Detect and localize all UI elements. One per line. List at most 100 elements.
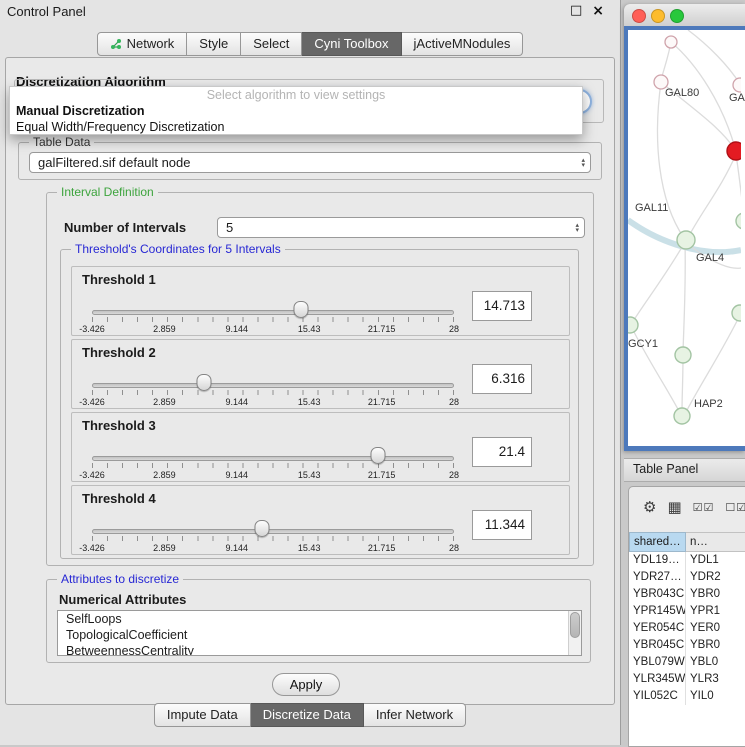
table-row[interactable]: YPR145WYPR1 [629,603,745,620]
apply-button[interactable]: Apply [272,673,340,696]
network-node[interactable] [674,408,690,424]
network-node[interactable] [732,305,741,321]
columns-icon[interactable]: ▦ [667,500,681,515]
table-panel-title: Table Panel [633,462,698,476]
list-item[interactable]: BetweennessCentrality [58,643,581,656]
tab-impute-data[interactable]: Impute Data [154,703,251,727]
threshold-4-block: Threshold 4 -3.426 2.859 9.144 15.43 21.… [71,485,570,555]
mac-minimize-icon[interactable] [651,9,665,23]
control-panel-window: Control Panel □ × Network Style Select C… [0,0,621,745]
network-node[interactable] [675,347,691,363]
close-icon[interactable]: × [592,3,604,19]
threshold-value-field[interactable]: 21.4 [472,437,532,467]
table-row[interactable]: YLR345WYLR3 [629,671,745,688]
thresholds-group: Threshold's Coordinates for 5 Intervals … [60,249,579,559]
interval-definition-title: Interval Definition [57,185,158,199]
algorithm-placeholder: Select algorithm to view settings [10,87,582,103]
threshold-slider[interactable]: -3.426 2.859 9.144 15.43 21.715 28 [92,519,454,555]
table-panel-toolbar: ⚙ ▦ ☑☑ ☐☑ [629,487,745,527]
tab-infer-network[interactable]: Infer Network [364,703,466,727]
tab-label: Infer Network [376,704,453,726]
scale-label: 21.715 [368,324,396,334]
scale-label: 28 [449,543,459,553]
threshold-value-field[interactable]: 6.316 [472,364,532,394]
table-row[interactable]: YBR045CYBR0 [629,637,745,654]
slider-thumb[interactable] [293,301,308,318]
mac-close-icon[interactable] [632,9,646,23]
scrollbar-thumb[interactable] [570,612,580,638]
network-view-frame: GAL80 GA GAL11 GAL4 GCY1 HAP2 [624,26,745,451]
threshold-slider[interactable]: -3.426 2.859 9.144 15.43 21.715 28 [92,300,454,336]
table-row[interactable]: YDR27…YDR2 [629,569,745,586]
list-item[interactable]: TopologicalCoefficient [58,627,581,643]
attributes-list: SelfLoops TopologicalCoefficient Between… [57,610,582,656]
tab-jactivemnodules[interactable]: jActiveMNodules [402,32,524,56]
slider-thumb[interactable] [255,520,270,537]
column-header-shared-name[interactable]: shared… [629,532,686,552]
network-node[interactable] [736,213,741,229]
slider-thumb[interactable] [370,447,385,464]
slider-track[interactable] [92,529,454,534]
list-item[interactable]: SelfLoops [58,611,581,627]
tab-select[interactable]: Select [241,32,302,56]
table-panel-header-bar: Table Panel [624,458,745,482]
node-label: GA [729,92,745,104]
mac-zoom-icon[interactable] [670,9,684,23]
network-node[interactable] [628,317,638,333]
threshold-label: Threshold 4 [82,491,156,506]
node-label: GAL11 [635,202,668,214]
node-label: HAP2 [694,398,723,410]
network-node[interactable] [733,78,741,92]
scale-label: 9.144 [226,470,249,480]
select-columns-icon[interactable]: ☐☑ [725,500,745,515]
table-row[interactable]: YBR043CYBR0 [629,586,745,603]
table-header-row: shared… n… [629,532,745,552]
scale-label: -3.426 [79,543,105,553]
slider-ticks [92,317,454,322]
network-node[interactable] [665,36,677,48]
number-of-intervals-combobox[interactable]: 5 ▴▾ [217,217,585,238]
threshold-value-field[interactable]: 14.713 [472,291,532,321]
table-row[interactable]: YDL19…YDL1 [629,552,745,569]
tab-network[interactable]: Network [97,32,188,56]
table-row[interactable]: YIL052CYIL0 [629,688,745,705]
scale-label: 2.859 [153,543,176,553]
threshold-2-block: Threshold 2 -3.426 2.859 9.144 15.43 21.… [71,339,570,409]
threshold-value-field[interactable]: 11.344 [472,510,532,540]
spinner-icon: ▴▾ [581,158,585,168]
slider-thumb[interactable] [197,374,212,391]
slider-track[interactable] [92,383,454,388]
tab-label: Discretize Data [263,704,351,726]
slider-track[interactable] [92,310,454,315]
scale-label: 2.859 [153,324,176,334]
network-node[interactable] [677,231,695,249]
threshold-slider[interactable]: -3.426 2.859 9.144 15.43 21.715 28 [92,373,454,409]
threshold-slider[interactable]: -3.426 2.859 9.144 15.43 21.715 28 [92,446,454,482]
scale-label: 28 [449,470,459,480]
threshold-1-block: Threshold 1 -3.426 2.859 9.144 15.43 21.… [71,266,570,336]
gear-icon[interactable]: ⚙ [643,500,656,515]
tab-label: Impute Data [167,704,238,726]
scale-label: 9.144 [226,397,249,407]
table-data-combobox[interactable]: galFiltered.sif default node ▴▾ [29,152,591,173]
network-canvas[interactable]: GAL80 GA GAL11 GAL4 GCY1 HAP2 [628,30,745,446]
table-row[interactable]: YBL079WYBL0 [629,654,745,671]
tab-label: Select [253,33,289,55]
scale-label: -3.426 [79,397,105,407]
dropdown-option-manual[interactable]: Manual Discretization [10,103,582,119]
list-scrollbar[interactable] [568,611,581,655]
tab-style[interactable]: Style [187,32,241,56]
network-node-selected[interactable] [727,142,741,160]
scale-label: 21.715 [368,397,396,407]
threshold-3-block: Threshold 3 -3.426 2.859 9.144 15.43 21.… [71,412,570,482]
slider-track[interactable] [92,456,454,461]
tab-cyni-toolbox[interactable]: Cyni Toolbox [302,32,401,56]
column-header-name[interactable]: n… [686,532,745,552]
table-data-selected-value: galFiltered.sif default node [38,153,570,172]
table-row[interactable]: YER054CYER0 [629,620,745,637]
float-window-icon[interactable]: □ [570,3,582,19]
table-body: YDL19…YDL1 YDR27…YDR2 YBR043CYBR0 YPR145… [629,552,745,746]
tab-discretize-data[interactable]: Discretize Data [251,703,364,727]
dropdown-option-equal-width[interactable]: Equal Width/Frequency Discretization [10,119,582,135]
select-all-columns-icon[interactable]: ☑☑ [693,500,715,515]
